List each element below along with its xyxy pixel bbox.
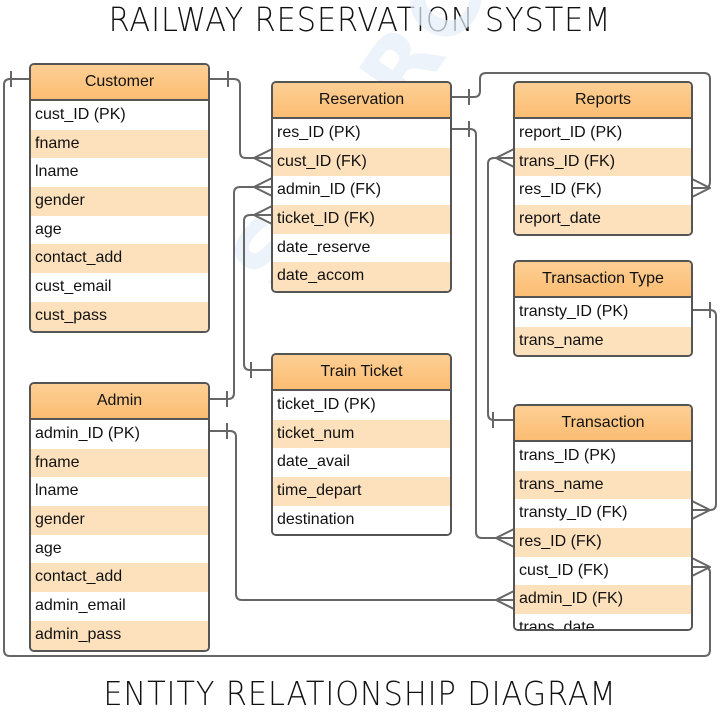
- attribute: lname: [31, 158, 208, 188]
- attribute: admin_email: [31, 592, 208, 621]
- attribute: transty_ID (FK): [515, 499, 691, 529]
- attribute: trans_date: [515, 614, 691, 629]
- attribute: res_ID (PK): [273, 119, 450, 148]
- attribute: contact_add: [31, 244, 208, 274]
- attribute: date_avail: [273, 448, 450, 478]
- entity-customer[interactable]: Customer cust_ID (PK) fname lname gender…: [29, 63, 210, 333]
- entity-transaction-type[interactable]: Transaction Type transty_ID (PK) trans_n…: [513, 260, 693, 358]
- attribute: report_ID (PK): [515, 119, 691, 148]
- attribute: cust_ID (FK): [273, 147, 450, 177]
- attribute: lname: [31, 477, 208, 507]
- attribute: date_reserve: [273, 233, 450, 263]
- entity-header: Reports: [515, 83, 691, 119]
- entity-header: Transaction: [515, 406, 691, 442]
- attribute: ticket_ID (PK): [273, 391, 450, 420]
- attribute: admin_pass: [31, 620, 208, 650]
- attribute: ticket_num: [273, 419, 450, 449]
- entity-train-ticket[interactable]: Train Ticket ticket_ID (PK) ticket_num d…: [271, 353, 452, 537]
- entity-header: Train Ticket: [273, 355, 450, 391]
- attribute: transty_ID (PK): [515, 298, 691, 327]
- rel-ticket-reservation: [243, 214, 272, 371]
- attribute: cust_ID (PK): [31, 101, 208, 130]
- attribute: admin_ID (FK): [515, 585, 691, 615]
- attribute: time_depart: [273, 477, 450, 506]
- attribute: res_ID (FK): [515, 528, 691, 557]
- attribute: report_date: [515, 205, 691, 234]
- attribute: cust_ID (FK): [515, 556, 691, 586]
- attribute: ticket_ID (FK): [273, 205, 450, 234]
- entity-header: Reservation: [273, 83, 450, 119]
- attribute: trans_ID (FK): [515, 147, 691, 177]
- attribute: trans_ID (PK): [515, 442, 691, 471]
- attribute: admin_ID (PK): [31, 420, 208, 449]
- entity-header: Transaction Type: [515, 262, 691, 298]
- attribute: gender: [31, 506, 208, 535]
- diagram-subtitle: ENTITY RELATIONSHIP DIAGRAM: [103, 674, 617, 713]
- entity-reservation[interactable]: Reservation res_ID (PK) cust_ID (FK) adm…: [271, 81, 452, 294]
- attribute: date_accom: [273, 262, 450, 292]
- rel-transtype-transaction: [692, 309, 717, 511]
- attribute: trans_name: [515, 470, 691, 500]
- rel-reservation-transaction: [450, 128, 514, 539]
- attribute: trans_name: [515, 326, 691, 356]
- attribute: cust_pass: [31, 301, 208, 331]
- attribute: gender: [31, 187, 208, 216]
- entity-header: Customer: [31, 65, 208, 101]
- entity-reports[interactable]: Reports report_ID (PK) trans_ID (FK) res…: [513, 81, 693, 236]
- attribute: contact_add: [31, 563, 208, 593]
- attribute: fname: [31, 448, 208, 478]
- rel-transaction-reports: [487, 157, 514, 421]
- entity-header: Admin: [31, 384, 208, 420]
- attribute: cust_email: [31, 273, 208, 302]
- attribute: age: [31, 534, 208, 564]
- attribute: res_ID (FK): [515, 176, 691, 206]
- attribute: admin_ID (FK): [273, 176, 450, 206]
- rel-customer-reservation: [208, 78, 272, 159]
- attribute: fname: [31, 129, 208, 159]
- entity-transaction[interactable]: Transaction trans_ID (PK) trans_name tra…: [513, 404, 693, 631]
- attribute: age: [31, 215, 208, 245]
- attribute: destination: [273, 505, 450, 535]
- entity-admin[interactable]: Admin admin_ID (PK) fname lname gender a…: [29, 382, 210, 652]
